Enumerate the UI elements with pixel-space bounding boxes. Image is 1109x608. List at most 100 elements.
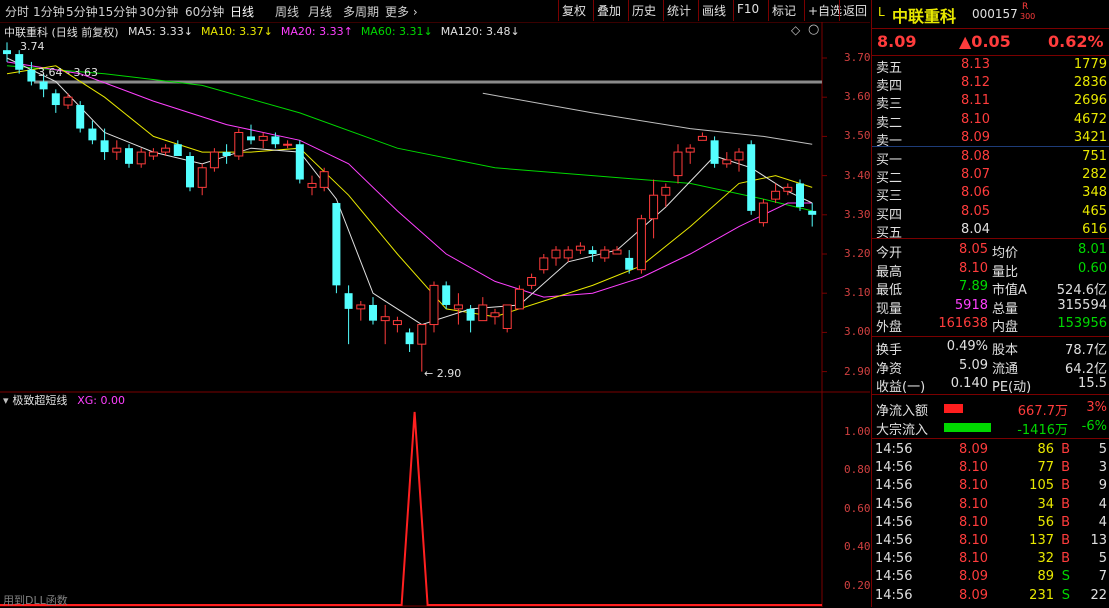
candle-body-down xyxy=(15,54,24,70)
ma-legend-label: MA10: 3.37 xyxy=(200,25,264,38)
stat-value: 5918 xyxy=(954,297,988,313)
ask-price: 8.12 xyxy=(961,75,990,91)
tick-volume: 86 xyxy=(1037,442,1054,457)
tick-count: 22 xyxy=(1090,587,1107,603)
period-tab-1[interactable]: 1分钟 xyxy=(33,3,65,20)
toolbar-button-6[interactable]: 标记 xyxy=(772,2,796,19)
ask-label: 卖二 xyxy=(876,115,903,131)
candle-body-up xyxy=(136,151,146,165)
ask-price: 8.10 xyxy=(961,111,990,127)
flow-pct: 3% xyxy=(1086,400,1107,415)
candle-body-up xyxy=(392,320,402,326)
bid-row: 买四 8.05 465 xyxy=(872,203,1109,223)
kline-chart-area[interactable]: 中联重科 (日线 前复权) MA5: 3.33↓ MA10: 3.37↓ MA20:… xyxy=(0,22,871,607)
toolbar-button-5[interactable]: F10 xyxy=(737,2,759,16)
toolbar-button-2[interactable]: 历史 xyxy=(632,2,656,19)
tick-price: 8.10 xyxy=(959,551,988,567)
ask-volume: 4672 xyxy=(1073,111,1107,127)
period-tab-9[interactable]: 多周期 xyxy=(343,3,379,20)
toolbar-button-3[interactable]: 统计 xyxy=(667,2,691,19)
tick-side: B xyxy=(1061,533,1070,548)
bid-price: 8.05 xyxy=(961,203,990,219)
toolbar-separator xyxy=(558,0,559,21)
tick-price: 8.09 xyxy=(959,569,988,585)
stat-row: 今开 8.05 均价 8.01 xyxy=(872,241,1109,261)
candle-body-up xyxy=(161,147,171,153)
tick-time: 14:56 xyxy=(875,569,913,585)
collapse-icon[interactable]: ◇ xyxy=(791,23,800,37)
badge-bottom: 300 xyxy=(1020,12,1036,21)
ask-row: 卖三 8.11 2696 xyxy=(872,92,1109,112)
stat-label: 市值A xyxy=(992,283,1027,299)
period-toolbar: 分时 1分钟 5分钟 15分钟 30分钟 60分钟 日线 周线 月线 多周期 更多 › 复权 叠加 历史… xyxy=(0,0,870,23)
tick-count: 13 xyxy=(1090,533,1107,548)
stock-header: L 中联重科 000157 R 300 xyxy=(872,2,1109,26)
indicator-axis-label: 1.00 xyxy=(844,425,871,438)
period-tab-2[interactable]: 5分钟 xyxy=(66,3,98,20)
stat-value: 153956 xyxy=(1057,316,1107,332)
toolbar-separator xyxy=(768,0,769,21)
bid-label: 买二 xyxy=(876,171,903,187)
period-tab-4[interactable]: 30分钟 xyxy=(139,3,178,20)
candle-body-down xyxy=(76,105,85,129)
ma5-line xyxy=(6,57,813,326)
indicator-header: ▾ 极致超短线 XG: 0.00 xyxy=(3,392,125,408)
ma-legend-arrow: ↓ xyxy=(423,25,433,38)
indicator-value: XG: 0.00 xyxy=(77,394,125,407)
candle-body-up xyxy=(380,316,390,322)
indicator-axis-label: 0.20 xyxy=(844,578,871,592)
period-tab-6[interactable]: 日线 xyxy=(230,3,254,20)
fund-row: 换手 0.49% 股本 78.7亿 xyxy=(872,338,1109,358)
tick-count: 3 xyxy=(1098,460,1107,476)
period-tab-5[interactable]: 60分钟 xyxy=(185,3,224,20)
chart-title: 中联重科 (日线 前复权) xyxy=(4,26,119,39)
candle-body-up xyxy=(551,249,561,259)
period-tab-8[interactable]: 月线 xyxy=(308,3,332,20)
indicator-toggle-icon[interactable]: ▾ xyxy=(3,394,9,407)
kline-svg[interactable] xyxy=(0,22,870,607)
ma-legend-arrow: ↓ xyxy=(183,25,193,38)
candle-body-down xyxy=(173,144,182,156)
fund-label: 净资 xyxy=(876,361,903,377)
bid-volume: 616 xyxy=(1082,221,1107,237)
candle-body-up xyxy=(197,167,207,188)
tick-volume: 56 xyxy=(1037,514,1054,530)
toolbar-button-8[interactable]: 返回 xyxy=(843,2,867,19)
candle-body-up xyxy=(685,147,695,153)
tick-count: 5 xyxy=(1098,442,1107,457)
fund-label: 收益(一) xyxy=(876,380,926,396)
toolbar-button-7[interactable]: +自选 xyxy=(808,2,842,19)
candle-body-down xyxy=(88,128,97,141)
tick-row: 14:56 8.10 34 B 4 xyxy=(872,496,1109,514)
toolbar-button-4[interactable]: 画线 xyxy=(702,2,726,19)
ask-row: 卖四 8.12 2836 xyxy=(872,74,1109,94)
close-icon[interactable]: ○ xyxy=(808,22,819,37)
period-tab-0[interactable]: 分时 xyxy=(5,3,29,20)
candle-body-down xyxy=(51,93,60,106)
candle-body-up xyxy=(112,147,122,153)
fund-value: 0.140 xyxy=(950,376,988,392)
toolbar-button-0[interactable]: 复权 xyxy=(562,2,586,19)
toolbar-separator xyxy=(663,0,664,21)
period-tab-7[interactable]: 周线 xyxy=(275,3,299,20)
toolbar-button-1[interactable]: 叠加 xyxy=(597,2,621,19)
candle-body-up xyxy=(600,249,610,259)
fund-label: 换手 xyxy=(876,343,903,358)
candle-body-up xyxy=(490,312,500,318)
candle-body-up xyxy=(63,96,73,106)
candle-body-up xyxy=(697,135,707,141)
candle-body-up xyxy=(649,194,659,220)
tick-time: 14:56 xyxy=(875,587,913,603)
period-tab-3[interactable]: 15分钟 xyxy=(98,3,137,20)
tick-price: 8.10 xyxy=(959,478,988,494)
stat-row: 外盘 161638 内盘 153956 xyxy=(872,315,1109,335)
tick-count: 7 xyxy=(1098,569,1107,585)
candle-body-down xyxy=(588,250,597,254)
price-axis-label: 3.40 xyxy=(844,168,871,182)
ask-row: 卖五 8.13 1779 xyxy=(872,56,1109,76)
period-tab-10[interactable]: 更多 › xyxy=(385,3,418,20)
tick-volume: 137 xyxy=(1029,533,1054,548)
price-axis-label: 3.30 xyxy=(844,207,871,221)
price-axis-label: 3.10 xyxy=(844,286,871,300)
ask-volume: 1779 xyxy=(1073,57,1107,72)
